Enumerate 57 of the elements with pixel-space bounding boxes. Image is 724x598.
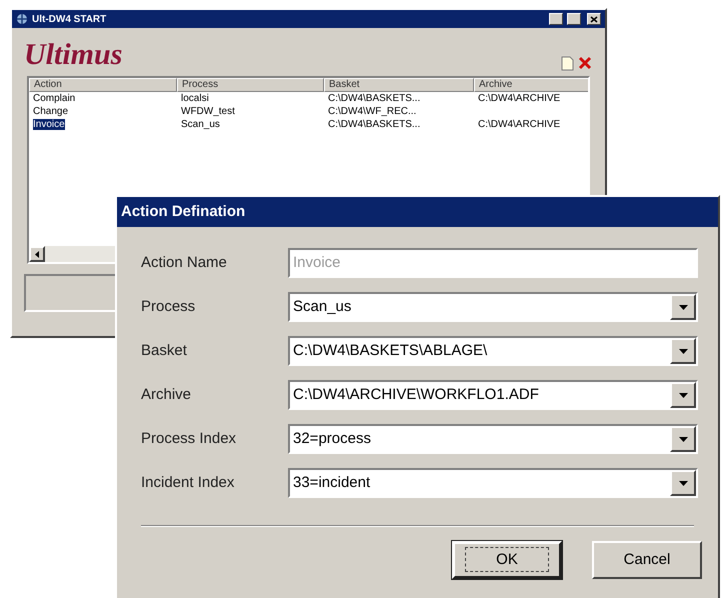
table-cell: C:\DW4\ARCHIVE [478, 119, 560, 130]
left-arrow-icon [35, 250, 39, 258]
caret-icon [678, 480, 688, 486]
field-value: 32=process [293, 428, 372, 449]
caret-icon [678, 392, 688, 398]
field-label: Process Index [141, 428, 238, 449]
column-header[interactable]: Process [177, 78, 324, 92]
document-icon [560, 56, 574, 70]
column-header[interactable]: Archive [474, 78, 588, 92]
scroll-left-button[interactable] [29, 246, 45, 262]
field-label: Process [141, 296, 196, 317]
cancel-button[interactable]: Cancel [592, 541, 702, 579]
close-icon [590, 16, 598, 22]
field-value: C:\DW4\ARCHIVE\WORKFLO1.ADF [293, 384, 540, 405]
window-title: Ult-DW4 START [32, 12, 108, 26]
table-cell: C:\DW4\WF_REC... [328, 106, 416, 117]
delete-icon [578, 56, 592, 70]
dialog-title: Action Defination [121, 202, 246, 222]
minimize-button[interactable] [549, 13, 563, 25]
field-value: C:\DW4\BASKETS\ABLAGE\ [293, 340, 488, 361]
caret-icon [678, 348, 688, 354]
field-value: Scan_us [293, 296, 352, 317]
field-label: Basket [141, 340, 188, 361]
dropdown-button[interactable] [670, 338, 696, 364]
dropdown-field[interactable]: 32=process [288, 424, 698, 454]
delete-button[interactable] [577, 54, 593, 72]
dropdown-field[interactable]: C:\DW4\BASKETS\ABLAGE\ [288, 336, 698, 366]
field-label: Incident Index [141, 472, 236, 493]
table-cell: localsi [181, 93, 209, 104]
new-document-button[interactable] [559, 54, 575, 72]
column-header[interactable]: Action [29, 78, 177, 92]
logo: Ultimus [24, 40, 122, 73]
table-cell: C:\DW4\ARCHIVE [478, 93, 560, 104]
app-icon [16, 13, 28, 25]
table-cell: C:\DW4\BASKETS... [328, 119, 420, 130]
table-cell: Scan_us [181, 119, 220, 130]
field-label: Action Name [141, 252, 228, 273]
caret-icon [678, 436, 688, 442]
table-cell[interactable]: Complain [33, 93, 76, 104]
table-cell: C:\DW4\BASKETS... [328, 93, 420, 104]
dropdown-field[interactable]: Scan_us [288, 292, 698, 322]
dropdown-field[interactable]: C:\DW4\ARCHIVE\WORKFLO1.ADF [288, 380, 698, 410]
ok-button[interactable]: OK [452, 541, 562, 579]
close-button[interactable] [587, 13, 601, 25]
dropdown-field[interactable]: 33=incident [288, 468, 698, 498]
dropdown-button[interactable] [670, 426, 696, 452]
field-label: Archive [141, 384, 192, 405]
table-cell: WFDW_test [181, 106, 235, 117]
field-value: 33=incident [293, 472, 372, 493]
dropdown-button[interactable] [670, 294, 696, 320]
caret-icon [678, 304, 688, 310]
column-header[interactable]: Basket [324, 78, 474, 92]
dropdown-button[interactable] [670, 470, 696, 496]
table-cell[interactable]: Invoice [33, 119, 65, 130]
dropdown-button[interactable] [670, 382, 696, 408]
maximize-button[interactable] [567, 13, 581, 25]
table-cell[interactable]: Change [33, 106, 68, 117]
